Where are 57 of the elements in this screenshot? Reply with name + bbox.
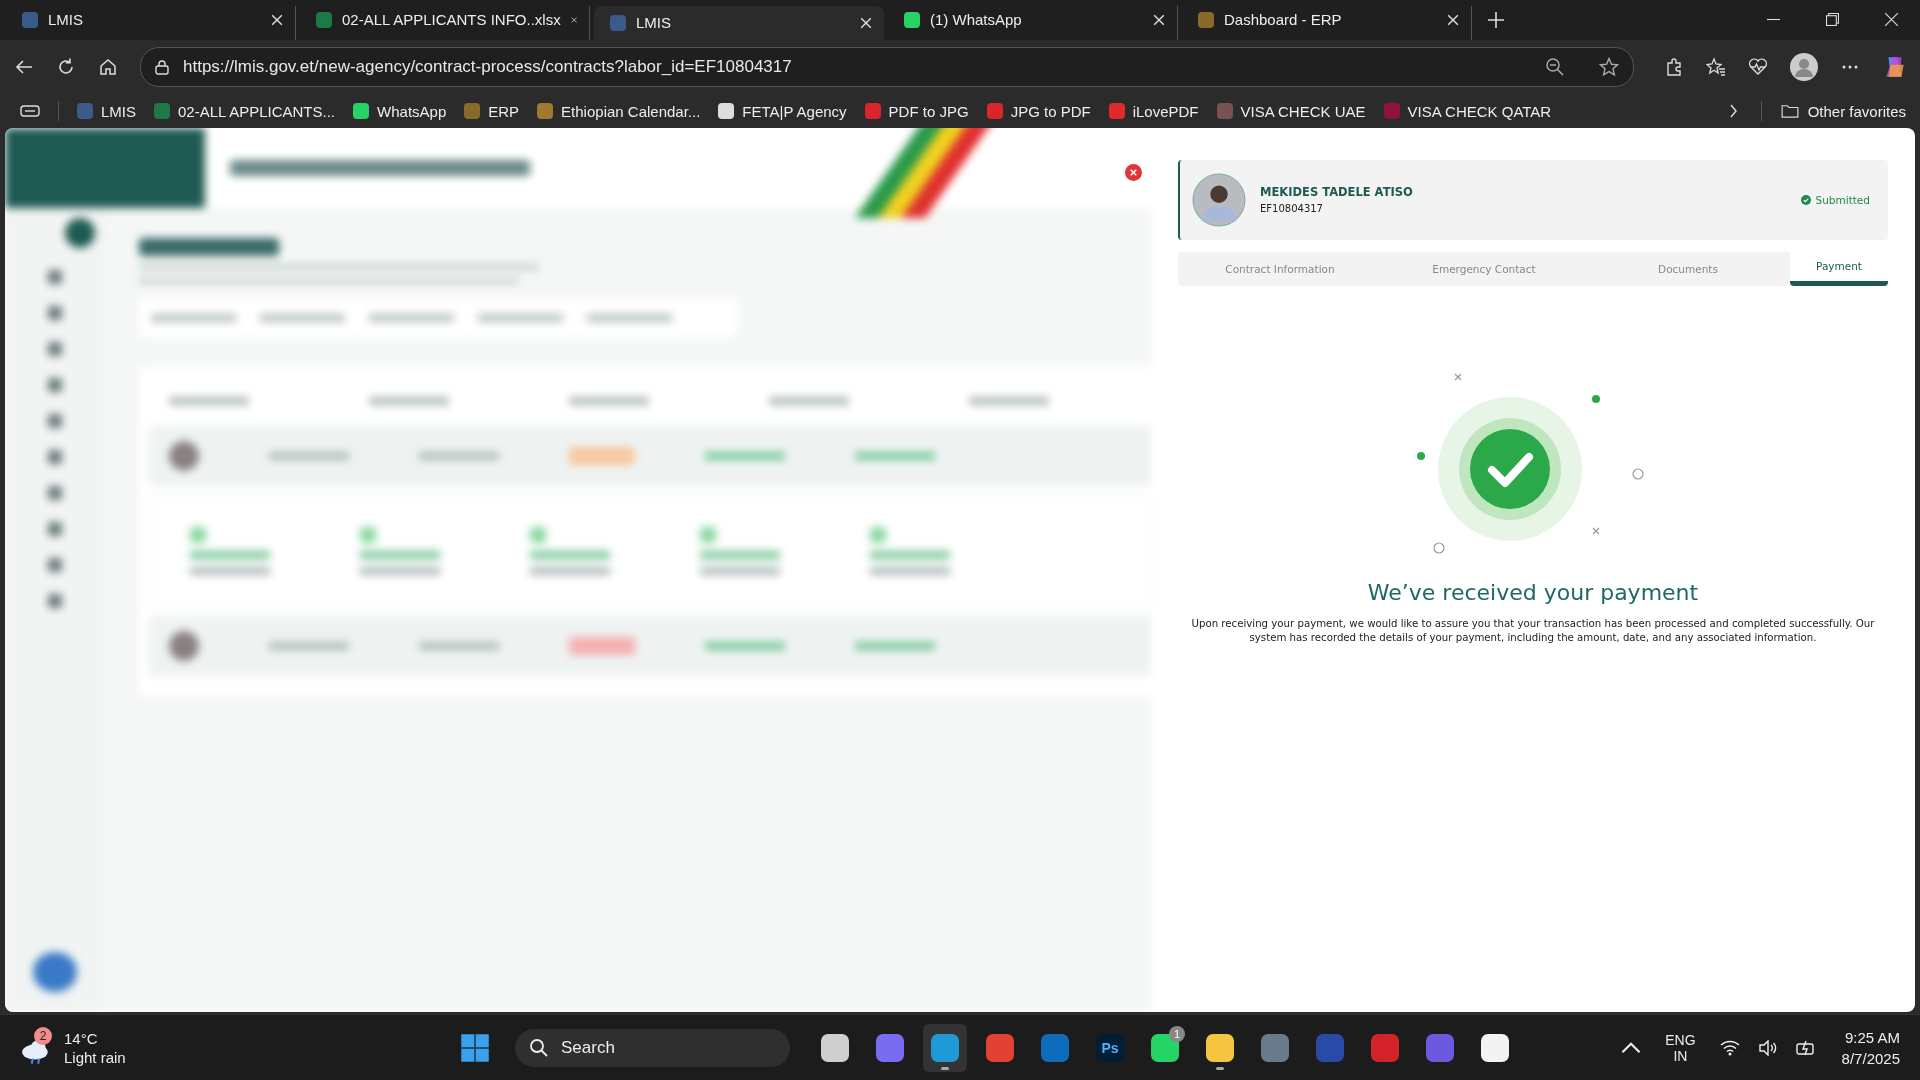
- puzzle-icon[interactable]: [1664, 57, 1684, 78]
- favorite-link[interactable]: JPG to PDF: [986, 102, 1091, 120]
- success-title: We’ve received your payment: [1366, 579, 1700, 605]
- zoom-out-icon[interactable]: [1545, 57, 1565, 78]
- favorite-link[interactable]: VISA CHECK UAE: [1216, 102, 1366, 120]
- favorite-link[interactable]: ERP: [464, 102, 520, 120]
- favorite-link[interactable]: LMIS: [77, 102, 136, 120]
- taskbar-app-button[interactable]: Ps: [1088, 1023, 1132, 1072]
- check-circle-icon: [1800, 194, 1811, 205]
- favorite-link[interactable]: PDF to JPG: [864, 102, 969, 120]
- lock-icon: [155, 59, 169, 76]
- browser-tab[interactable]: Dashboard - ERP: [1182, 5, 1472, 40]
- browser-tab[interactable]: (1) WhatsApp: [888, 5, 1178, 40]
- clock[interactable]: 9:25 AM 8/7/2025: [1841, 1028, 1900, 1067]
- restore-icon[interactable]: [1826, 12, 1839, 26]
- windows-start-icon[interactable]: [460, 1032, 490, 1063]
- avatar-icon: [1192, 172, 1246, 227]
- language-indicator[interactable]: ENG IN: [1665, 1031, 1696, 1064]
- taskbar-search-field[interactable]: Search: [515, 1028, 790, 1067]
- status-label: Submitted: [1815, 193, 1870, 206]
- applicant-name: MEKIDES TADELE ATISO: [1260, 185, 1413, 200]
- browser-tab[interactable]: LMIS: [6, 5, 296, 40]
- folder-icon: [1779, 104, 1800, 119]
- address-bar[interactable]: https://lmis.gov.et/new-agency/contract-process/contracts?labor_id=EF10804317: [140, 47, 1634, 88]
- favorite-link[interactable]: Ethiopian Calendar...: [537, 102, 701, 120]
- favorite-link[interactable]: iLovePDF: [1108, 102, 1199, 120]
- close-icon[interactable]: [1153, 13, 1165, 26]
- favorite-link[interactable]: WhatsApp: [353, 102, 447, 120]
- tab-actions-icon[interactable]: [20, 104, 40, 119]
- home-icon[interactable]: [98, 57, 118, 78]
- favorite-link[interactable]: FETA|P Agency: [718, 102, 847, 120]
- temperature-text: 14°C: [64, 1029, 99, 1047]
- profile-icon[interactable]: [1790, 53, 1818, 82]
- browser-tab[interactable]: LMIS: [594, 5, 884, 40]
- favorite-link[interactable]: 02-ALL APPLICANTS...: [154, 102, 336, 120]
- weather-condition: Light rain: [64, 1048, 126, 1066]
- other-favorites-link[interactable]: Other favorites: [1779, 102, 1906, 120]
- close-icon[interactable]: [860, 16, 872, 29]
- favorites-icon[interactable]: [1706, 57, 1726, 78]
- labor-id: EF10804317: [1260, 203, 1324, 215]
- speaker-icon[interactable]: [1757, 1039, 1778, 1056]
- success-message: Upon receiving your payment, we would like to assure you that your transaction has been processed and completed successfully. Our system has recorded the details of your payment, including the amount, date, and any associated information.: [1190, 616, 1876, 645]
- wifi-icon[interactable]: [1719, 1039, 1740, 1056]
- url-text: https://lmis.gov.et/new-agency/contract-process/contracts?labor_id=EF10804317: [183, 57, 793, 78]
- search-icon: [529, 1037, 549, 1058]
- browser-tab[interactable]: 02-ALL APPLICANTS INFO..xlsx: [300, 5, 590, 40]
- close-icon[interactable]: [271, 13, 283, 26]
- new-tab-icon[interactable]: [1488, 11, 1504, 28]
- battery-icon[interactable]: [1795, 1039, 1816, 1056]
- close-icon[interactable]: [1885, 12, 1898, 26]
- close-icon: [1128, 166, 1139, 178]
- section-tab[interactable]: Payment: [1790, 251, 1888, 286]
- star-icon[interactable]: [1599, 57, 1619, 78]
- favorite-link[interactable]: VISA CHECK QATAR: [1383, 102, 1552, 120]
- close-icon[interactable]: [1447, 13, 1459, 26]
- taskbar-app-button[interactable]: 1: [1143, 1023, 1187, 1072]
- notification-badge: 2: [34, 1026, 52, 1045]
